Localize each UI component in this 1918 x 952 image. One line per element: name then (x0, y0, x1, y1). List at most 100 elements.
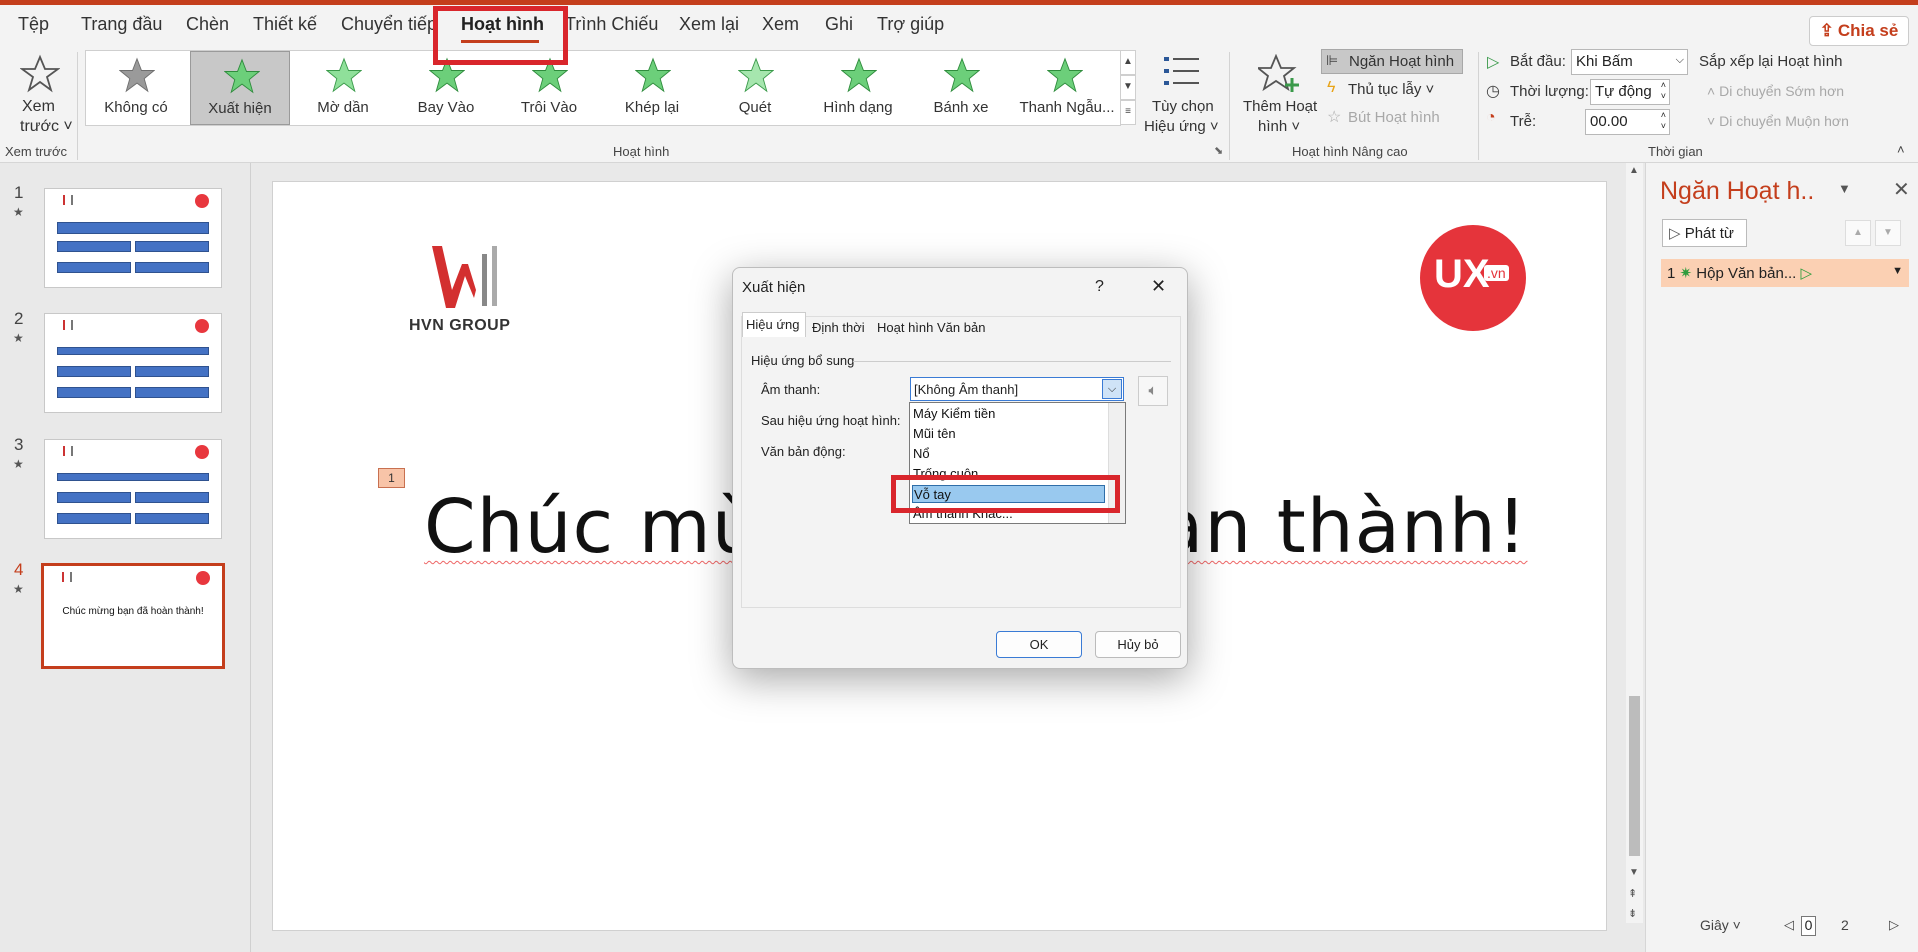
anim-wheel[interactable]: Bánh xe (911, 51, 1011, 125)
start-select[interactable]: Khi Bấm ⌵ (1571, 49, 1688, 75)
move-down-button[interactable]: ▼ (1875, 220, 1901, 246)
pane-title: Ngăn Hoạt h.. (1660, 177, 1815, 205)
ux-logo-icon (196, 571, 210, 585)
animation-tag[interactable]: 1 (378, 468, 405, 488)
anim-float-in[interactable]: Trôi Vào (499, 51, 599, 125)
menu-transitions[interactable]: Chuyển tiếp (341, 14, 437, 35)
dropdown-scrollbar[interactable] (1108, 403, 1125, 523)
add-animation-button[interactable]: Thêm Hoạt hình ˅ (1236, 52, 1320, 140)
sound-option[interactable]: Mũi tên (912, 425, 956, 443)
anim-appear[interactable]: Xuất hiện (190, 51, 290, 125)
effect-options-button[interactable]: Tùy chọn Hiệu ứng ˅ (1140, 52, 1220, 140)
next-slide-icon[interactable]: ⇟ (1628, 907, 1637, 920)
animation-star-icon: ★ (13, 582, 24, 596)
tab-timing[interactable]: Định thời (812, 320, 865, 335)
menu-view[interactable]: Xem (762, 14, 799, 35)
zoom-next-icon[interactable]: ▷ (1889, 917, 1899, 933)
gallery-more[interactable]: ≡ (1120, 100, 1136, 125)
menu-design[interactable]: Thiết kế (253, 14, 317, 35)
sound-option-selected[interactable]: Vỗ tay (912, 485, 1105, 503)
add-star-icon (1258, 54, 1299, 92)
headline-left[interactable]: Chúc mừ (424, 484, 760, 570)
slide-thumb-2[interactable] (44, 313, 222, 413)
animation-painter-button[interactable]: ☆ Bút Hoạt hình (1325, 107, 1465, 129)
sound-option[interactable]: Âm thanh Khác... (912, 505, 1013, 523)
chevron-down-icon[interactable]: ⌵ (1102, 379, 1122, 399)
speaker-icon[interactable]: 🔈︎ (1138, 376, 1168, 406)
sound-option[interactable]: Trống cuộn (912, 465, 978, 483)
ok-button[interactable]: OK (996, 631, 1082, 658)
logo-icon (62, 572, 72, 582)
star-burst-icon (224, 58, 260, 94)
appear-star-icon: ✷ (1679, 265, 1693, 282)
tab-text-animation[interactable]: Hoạt hình Văn bản (877, 320, 985, 335)
anim-none[interactable]: Không có (86, 51, 186, 125)
seconds-dropdown[interactable]: Giây ˅ (1700, 917, 1741, 933)
close-dialog-icon[interactable]: ✕ (1151, 276, 1166, 297)
slide-thumb-3[interactable] (44, 439, 222, 539)
menu-help[interactable]: Trợ giúp (877, 14, 944, 35)
scroll-up-icon[interactable]: ▲ (1629, 165, 1639, 176)
thumb-bar (135, 513, 209, 524)
prev-slide-icon[interactable]: ⇞ (1628, 887, 1637, 900)
animation-list-item[interactable]: 1 ✷ Hộp Văn bản... ▷ ▼ (1661, 259, 1909, 287)
sound-option[interactable]: Nổ (912, 445, 930, 463)
anim-split[interactable]: Khép lại (602, 51, 702, 125)
slide-thumb-4[interactable]: Chúc mừng bạn đã hoàn thành! (41, 563, 225, 669)
headline-right[interactable]: àn thành! (1158, 484, 1528, 570)
play-icon: ▷ (1669, 225, 1685, 242)
menu-insert[interactable]: Chèn (186, 14, 229, 35)
anim-shape[interactable]: Hình dạng (808, 51, 908, 125)
dialog-launcher-icon[interactable]: ⬊ (1214, 144, 1223, 157)
anim-fade[interactable]: Mờ dần (293, 51, 393, 125)
anim-random-bars[interactable]: Thanh Ngẫu... (1014, 51, 1120, 125)
close-icon[interactable]: ✕ (1893, 177, 1910, 202)
chevron-down-icon[interactable]: ▼ (1892, 265, 1903, 277)
preview-button[interactable]: Xem trước ˅ (8, 52, 73, 140)
star-shape-icon (841, 57, 877, 93)
timeline-marker-icon: ▷ (1800, 265, 1813, 282)
menu-animations[interactable]: Hoạt hình (461, 14, 544, 35)
menu-review[interactable]: Xem lại (679, 14, 739, 35)
star-fly-icon (429, 57, 465, 93)
zoom-prev-icon[interactable]: ◁ (1784, 917, 1794, 933)
vertical-scrollbar[interactable]: ▲ ▼ ⇞ ⇟ (1626, 163, 1643, 923)
duration-spinner[interactable]: Tự động ˄ ˅ (1590, 79, 1670, 105)
delay-spinner[interactable]: 00.00 ˄ ˅ (1585, 109, 1670, 135)
menu-slideshow[interactable]: Trình Chiếu (565, 14, 658, 35)
anim-wipe[interactable]: Quét (705, 51, 805, 125)
menu-file[interactable]: Tệp (18, 14, 49, 35)
play-from-button[interactable]: ▷ Phát từ (1662, 219, 1747, 247)
scroll-down-icon[interactable]: ▼ (1629, 867, 1639, 878)
thumb-bar (135, 241, 209, 252)
move-later-button[interactable]: ˅ Di chuyển Muộn hơn (1707, 113, 1849, 129)
sound-option[interactable]: Máy Kiểm tiền (912, 405, 995, 423)
section-divider (853, 361, 1171, 362)
move-up-button[interactable]: ▲ (1845, 220, 1871, 246)
play-icon: ▷ (1487, 54, 1500, 71)
slide-thumb-1[interactable] (44, 188, 222, 288)
tab-effect[interactable]: Hiệu ứng (742, 312, 806, 337)
sound-select[interactable]: [Không Âm thanh] ⌵ (910, 377, 1124, 401)
animation-star-icon: ★ (13, 205, 24, 219)
menu-home[interactable]: Trang đầu (81, 14, 162, 35)
animation-pane-button[interactable]: ⊫ Ngăn Hoạt hình (1321, 49, 1463, 74)
collapse-ribbon-icon[interactable]: ˄ (1897, 142, 1905, 157)
help-icon[interactable]: ? (1095, 278, 1104, 296)
cancel-button[interactable]: Hủy bỏ (1095, 631, 1181, 658)
star-float-icon (532, 57, 568, 93)
pane-options-icon[interactable]: ▼ (1838, 181, 1851, 196)
gallery-scroll-up[interactable]: ▲ (1120, 50, 1136, 75)
menu-record[interactable]: Ghi (825, 14, 853, 35)
trigger-button[interactable]: ϟ Thủ tục lẫy ˅ (1325, 79, 1465, 101)
gallery-scroll-down[interactable]: ▼ (1120, 75, 1136, 100)
share-button[interactable]: ⇪ Chia sẻ (1809, 16, 1909, 46)
pane-divider[interactable] (250, 163, 251, 952)
move-earlier-button[interactable]: ˄ Di chuyển Sớm hơn (1707, 83, 1844, 99)
anim-fly-in[interactable]: Bay Vào (396, 51, 496, 125)
thumb-bar (135, 387, 209, 398)
scroll-thumb[interactable] (1629, 696, 1640, 856)
slide-number: 4 (14, 560, 24, 579)
star-wipe-icon (738, 57, 774, 93)
delay-clock-icon: ◔ (1486, 109, 1496, 126)
